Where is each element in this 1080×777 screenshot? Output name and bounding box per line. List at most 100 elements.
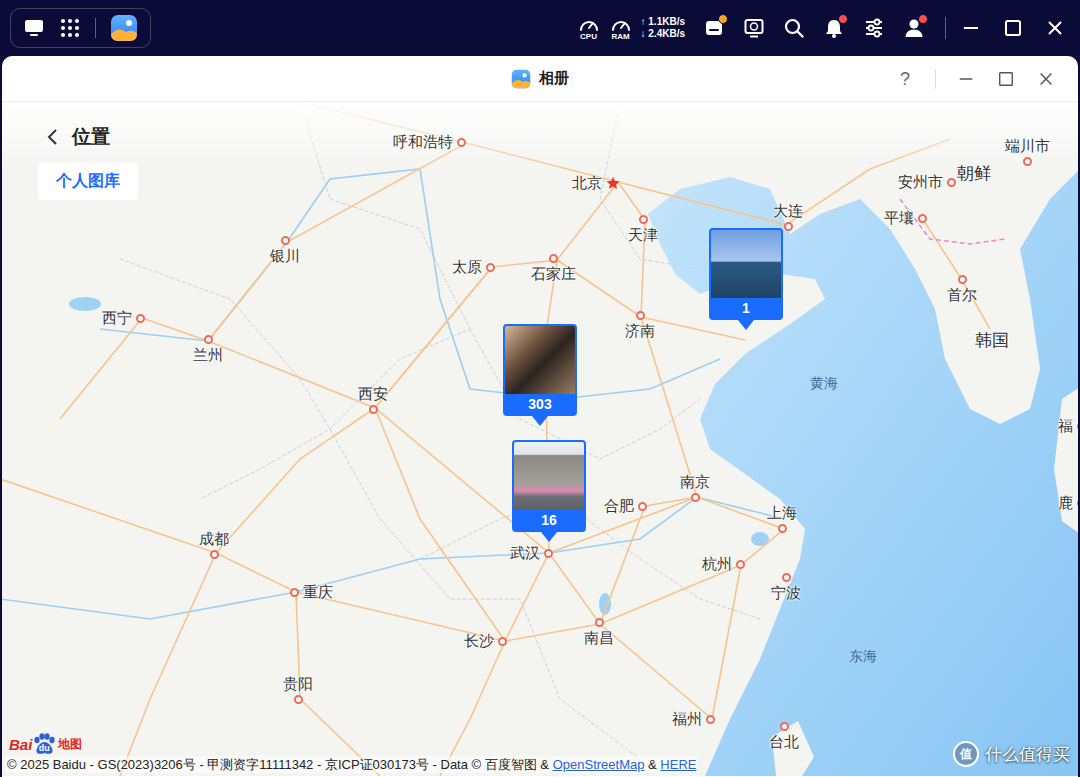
place-label[interactable]: 端川市 [1005, 135, 1050, 157]
city-dot [1077, 499, 1078, 508]
minimize-button[interactable] [960, 17, 982, 39]
divider [935, 69, 936, 89]
island [1054, 387, 1078, 534]
apps-grid-icon [59, 17, 81, 39]
city-dot [636, 311, 645, 320]
close-button[interactable] [1044, 17, 1066, 39]
back-chevron-icon [46, 128, 58, 146]
place-label[interactable]: 合肥 [604, 495, 647, 517]
map-canvas [2, 102, 1078, 776]
place-label[interactable]: 黄海 [810, 372, 838, 394]
city-dot [486, 263, 495, 272]
place-label[interactable]: 济南 [625, 320, 655, 342]
city-dot [736, 560, 745, 569]
close-button[interactable] [1036, 69, 1056, 89]
photos-app-icon [511, 69, 531, 89]
monitor-icon [743, 17, 765, 39]
map-attribution: Baidu地图© 2025 Baidu - GS(2023)3206号 - 甲测… [5, 733, 698, 773]
country-border [900, 199, 1005, 244]
minimize-button[interactable] [956, 69, 976, 89]
city-dot [498, 637, 507, 646]
place-label[interactable]: 武汉 [510, 542, 553, 564]
place-label[interactable]: 西宁 [102, 307, 145, 329]
photos-button[interactable] [110, 14, 138, 42]
place-label[interactable]: 北京 [572, 172, 620, 194]
monitor-button[interactable] [743, 17, 765, 39]
usage-meter[interactable]: CPU [575, 16, 603, 41]
photo-pin[interactable]: 303 [503, 324, 577, 426]
place-label[interactable]: 南京 [680, 471, 710, 493]
maximize-button[interactable] [996, 69, 1016, 89]
map[interactable]: 呼和浩特北京天津 大连 安州市朝鲜端川市平壤首尔韩国 银川太原 石家庄济南 西宁兰州西安 黄… [2, 102, 1078, 777]
photo-count: 303 [505, 394, 575, 414]
place-label[interactable]: 呼和浩特 [393, 131, 466, 153]
attribution-link[interactable]: OpenStreetMap [553, 757, 645, 772]
place-label[interactable]: 银川 [270, 245, 300, 267]
place-label[interactable]: 首尔 [947, 284, 977, 306]
place-label[interactable]: 长沙 [464, 630, 507, 652]
road [641, 317, 745, 340]
city-dot [281, 236, 290, 245]
place-label[interactable]: 福 [1058, 415, 1078, 437]
library-button[interactable]: 个人图库 [38, 163, 138, 200]
city-dot [782, 573, 791, 582]
back-button[interactable] [46, 128, 58, 146]
pin-tail [738, 320, 754, 330]
place-label[interactable]: 天津 [628, 224, 658, 246]
page-title: 位置 [72, 124, 110, 150]
usage-meter[interactable]: RAM [607, 16, 635, 41]
search-button[interactable] [783, 17, 805, 39]
city-dot [958, 275, 967, 284]
place-label[interactable]: 成都 [199, 528, 229, 550]
photo-pin[interactable]: 1 [709, 228, 783, 330]
place-label[interactable]: 西安 [358, 383, 388, 405]
apps-button[interactable] [59, 17, 81, 39]
dock [10, 8, 151, 48]
desktop-icon [23, 17, 45, 39]
place-label[interactable]: 大连 [773, 200, 803, 222]
user-button[interactable] [903, 17, 925, 39]
taskbar: CPURAM↑ 1.1KB/s↓ 2.4KB/s [0, 0, 1080, 56]
pin-photo [711, 230, 781, 298]
place-label[interactable]: 重庆 [290, 581, 333, 603]
storage-button[interactable] [703, 17, 725, 39]
city-dot [947, 178, 956, 187]
notification-badge [918, 14, 928, 24]
road [216, 408, 375, 699]
city-dot [638, 502, 647, 511]
notification-badge [718, 14, 728, 24]
place-label[interactable]: 鹿 [1058, 492, 1078, 514]
place-label[interactable]: 宁波 [771, 582, 801, 604]
place-label[interactable]: 南昌 [584, 627, 614, 649]
maximize-icon [997, 70, 1015, 88]
place-label[interactable]: 上海 [767, 502, 797, 524]
attribution-link[interactable]: HERE [660, 757, 696, 772]
road [142, 143, 618, 341]
paw-icon: du [32, 733, 56, 755]
place-label[interactable]: 兰州 [193, 344, 223, 366]
photo-pin[interactable]: 16 [512, 440, 586, 542]
gauge-icon [610, 16, 632, 32]
help-button[interactable]: ? [895, 68, 915, 90]
maximize-button[interactable] [1002, 17, 1024, 39]
place-label[interactable]: 杭州 [702, 553, 745, 575]
album-window: 相册?呼和浩特北京天津大连安州市朝鲜端川市平壤首尔韩国银川太原石家庄济南西宁兰州… [2, 56, 1078, 777]
road [120, 553, 216, 776]
place-label[interactable]: 平壤 [884, 207, 927, 229]
gauge-icon [578, 16, 600, 32]
close-icon [1037, 70, 1055, 88]
place-label[interactable]: 福州 [672, 708, 715, 730]
place-label[interactable]: 石家庄 [531, 263, 576, 285]
place-label[interactable]: 朝鲜 [957, 163, 991, 185]
place-label[interactable]: 贵阳 [283, 673, 313, 695]
place-label[interactable]: 东海 [849, 645, 877, 667]
download-speed: ↓ 2.4KB/s [641, 28, 685, 40]
sliders-button[interactable] [863, 17, 885, 39]
city-dot [1023, 157, 1032, 166]
place-label[interactable]: 太原 [452, 256, 495, 278]
place-label[interactable]: 台北 [769, 731, 799, 753]
place-label[interactable]: 安州市 [898, 171, 956, 193]
place-label[interactable]: 韩国 [975, 330, 1009, 352]
bell-button[interactable] [823, 17, 845, 39]
desktop-button[interactable] [23, 17, 45, 39]
